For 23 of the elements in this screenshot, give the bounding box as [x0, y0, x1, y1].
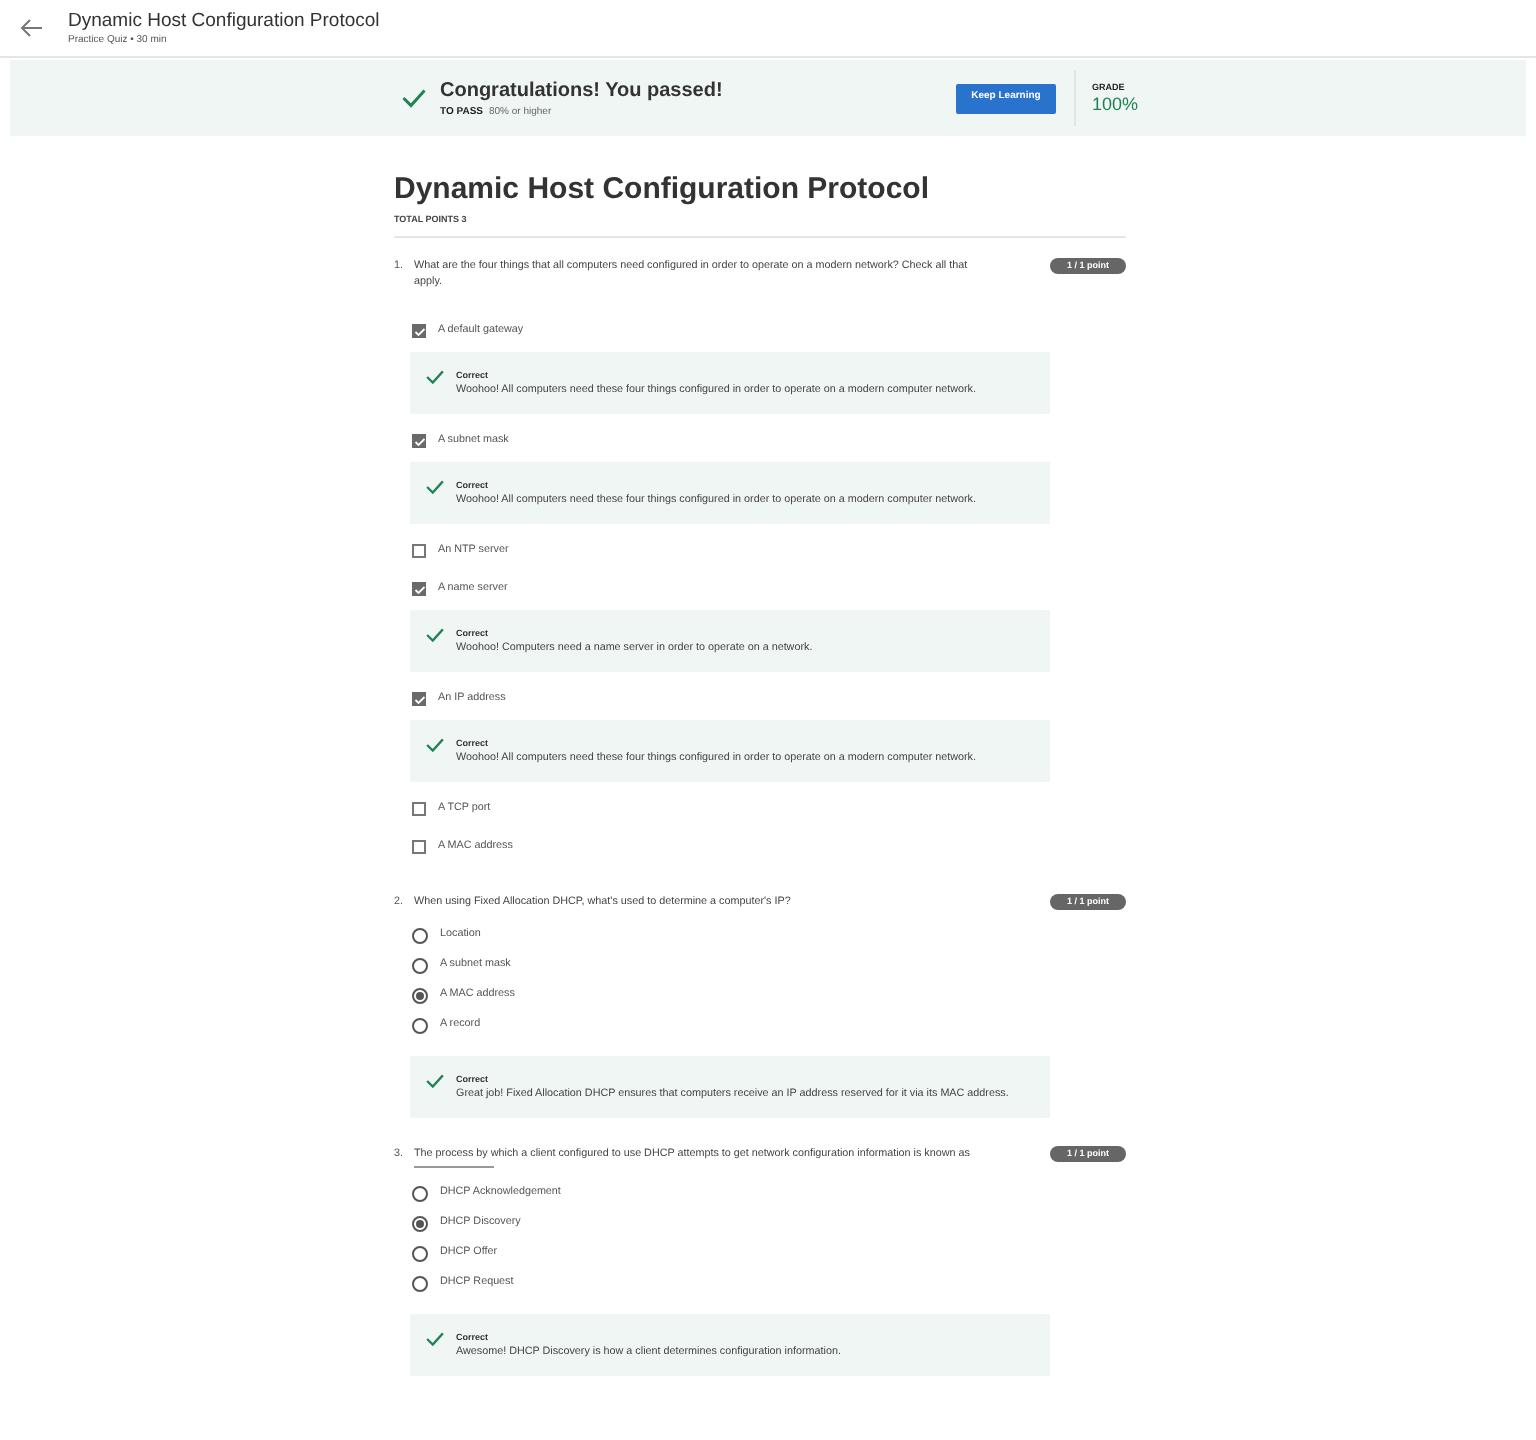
page-title: Dynamic Host Configuration Protocol: [68, 9, 380, 33]
check-icon: [426, 1332, 444, 1346]
radio-button[interactable]: [412, 957, 428, 973]
check-icon: [426, 738, 444, 752]
radio-button[interactable]: [412, 1017, 428, 1033]
checkbox[interactable]: [412, 802, 426, 816]
grade-value: 100%: [1092, 93, 1139, 115]
radio-button[interactable]: [412, 987, 428, 1003]
check-icon: [402, 88, 426, 108]
radio-button[interactable]: [412, 1245, 428, 1261]
checkbox[interactable]: [412, 544, 426, 558]
radio-button[interactable]: [412, 1215, 428, 1231]
back-arrow-icon[interactable]: [20, 18, 44, 38]
check-icon: [426, 1074, 444, 1088]
checkbox[interactable]: [412, 840, 426, 854]
radio-button[interactable]: [412, 927, 428, 943]
check-icon: [426, 480, 444, 494]
radio-button[interactable]: [412, 1185, 428, 1201]
check-icon: [426, 628, 444, 642]
check-icon: [426, 370, 444, 384]
radio-button[interactable]: [412, 1275, 428, 1291]
pass-message: Congratulations! You passed!: [440, 77, 725, 103]
quiz-title: Dynamic Host Configuration Protocol: [394, 170, 932, 210]
